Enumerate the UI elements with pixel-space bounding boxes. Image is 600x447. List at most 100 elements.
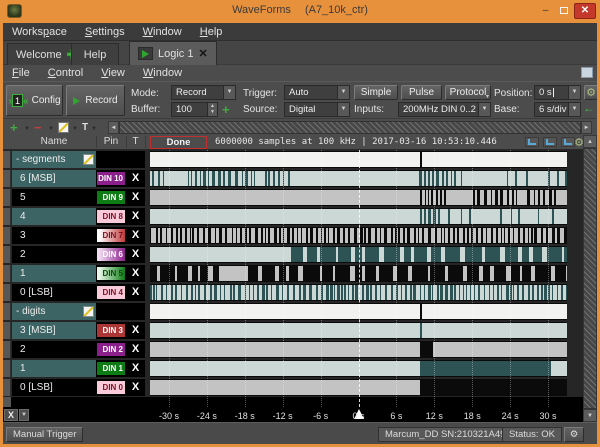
channel-name-cell[interactable]: 1 xyxy=(12,360,96,377)
chevron-down-icon[interactable]: ▼ xyxy=(72,126,78,132)
pin-badge[interactable]: DIN 1 xyxy=(97,362,125,375)
add-buffer-icon[interactable]: + xyxy=(222,102,230,117)
protocol-button[interactable]: Protocol▾ xyxy=(445,85,491,100)
pin-column-header[interactable]: Pin xyxy=(96,136,126,147)
trigger-cell[interactable]: X xyxy=(126,322,145,339)
trigger-cell[interactable]: X xyxy=(126,360,145,377)
trigger-dropdown[interactable]: Auto▼ xyxy=(284,85,350,100)
row-selector[interactable] xyxy=(3,151,11,168)
row-selector[interactable] xyxy=(3,284,11,301)
channel-name-cell[interactable]: 1 xyxy=(12,265,96,282)
waveform-plot[interactable] xyxy=(150,170,567,187)
remove-channel-icon[interactable]: − xyxy=(34,120,42,135)
config-button[interactable]: »1« Config xyxy=(6,85,63,116)
pulse-button[interactable]: Pulse xyxy=(401,85,442,100)
trigger-cell[interactable]: X xyxy=(126,341,145,358)
edit-group-icon[interactable] xyxy=(83,154,94,165)
vscroll-up-arrow[interactable]: ▲ xyxy=(583,135,597,148)
tab-close-icon[interactable]: ✕ xyxy=(198,47,207,60)
waveform-plot[interactable] xyxy=(150,227,567,244)
add-channel-icon[interactable]: + xyxy=(10,120,18,135)
row-selector[interactable] xyxy=(3,189,11,206)
edit-group-icon[interactable] xyxy=(83,306,94,317)
simple-button[interactable]: Simple xyxy=(354,85,398,100)
tab-help[interactable]: Help xyxy=(71,43,119,65)
waveform-plot[interactable] xyxy=(150,284,567,301)
text-tool-icon[interactable]: T xyxy=(82,122,88,133)
waveform-plot[interactable] xyxy=(150,189,567,206)
channel-name-cell[interactable]: 5 xyxy=(12,189,96,206)
vertical-scrollbar[interactable]: ▲ ▼ xyxy=(583,135,597,422)
row-selector[interactable] xyxy=(3,227,11,244)
pin-badge[interactable]: DIN 4 xyxy=(97,286,125,299)
channel-name-cell[interactable]: 0 [LSB] xyxy=(12,379,96,396)
row-selector[interactable] xyxy=(3,170,11,187)
tab-logic-1[interactable]: Logic 1 ✕ xyxy=(129,41,217,65)
pin-badge[interactable]: DIN 0 xyxy=(97,381,125,394)
chevron-down-icon[interactable]: ▼ xyxy=(19,409,29,421)
inputs-dropdown[interactable]: 200MHz DIN 0..2▼ xyxy=(398,102,491,117)
menu-item-workspace[interactable]: Workspace xyxy=(3,26,76,38)
row-selector[interactable] xyxy=(3,322,11,339)
edit-icon[interactable] xyxy=(58,122,69,133)
trigger-cell[interactable]: X xyxy=(126,246,145,263)
trigger-cell[interactable]: X xyxy=(126,208,145,225)
channel-name-cell[interactable]: 6 [MSB] xyxy=(12,170,96,187)
buffer-spinbox[interactable]: 100▲▼ xyxy=(171,102,218,117)
position-gear-icon[interactable]: ⚙ xyxy=(584,85,598,100)
trigger-cell[interactable]: X xyxy=(126,189,145,206)
waveform-plot[interactable] xyxy=(150,379,567,396)
waveform-plot[interactable] xyxy=(150,322,567,339)
trigger-cell[interactable]: X xyxy=(126,227,145,244)
spin-arrows-icon[interactable]: ▲▼ xyxy=(207,103,217,116)
trigger-cell[interactable] xyxy=(126,151,145,168)
pin-badge[interactable]: DIN 5 xyxy=(97,267,125,280)
hscroll-left-arrow[interactable]: ◄ xyxy=(108,121,119,134)
row-selector[interactable] xyxy=(3,265,11,282)
menu-item-window[interactable]: Window xyxy=(134,67,191,79)
channel-name-cell[interactable]: 0 [LSB] xyxy=(12,284,96,301)
trigger-cell[interactable]: X xyxy=(126,284,145,301)
channel-name-cell[interactable]: 4 xyxy=(12,208,96,225)
menu-item-help[interactable]: Help xyxy=(191,26,232,38)
row-selector[interactable] xyxy=(3,360,11,377)
axis-close-button[interactable]: X xyxy=(4,409,18,421)
mode-dropdown[interactable]: Record▼ xyxy=(171,85,236,100)
trigger-cell[interactable]: X xyxy=(126,170,145,187)
pin-badge[interactable]: DIN 7 xyxy=(97,229,125,242)
close-button[interactable]: ✕ xyxy=(574,3,596,19)
pin-badge[interactable]: DIN 3 xyxy=(97,324,125,337)
name-column-header[interactable]: Name xyxy=(12,136,96,147)
channel-name-cell[interactable]: 2 xyxy=(12,246,96,263)
float-window-icon[interactable] xyxy=(581,67,593,78)
trigger-cell[interactable]: X xyxy=(126,265,145,282)
source-dropdown[interactable]: Digital▼ xyxy=(284,102,350,117)
pin-badge[interactable]: DIN 6 xyxy=(97,248,125,261)
waveform-plot[interactable] xyxy=(150,246,567,263)
row-selector[interactable] xyxy=(3,246,11,263)
x-cursors-icon[interactable] xyxy=(525,137,539,147)
row-selector[interactable] xyxy=(3,341,11,358)
zoom-back-icon[interactable]: ← xyxy=(583,101,595,115)
trigger-cell[interactable]: X xyxy=(126,379,145,396)
chevron-down-icon[interactable]: ▼ xyxy=(48,126,54,132)
position-combo[interactable]: 0 s▼ xyxy=(534,85,581,100)
row-selector[interactable] xyxy=(3,303,11,320)
record-button[interactable]: Record xyxy=(66,85,125,116)
minimize-button[interactable]: – xyxy=(538,4,553,18)
device-gear-icon[interactable]: ⚙ xyxy=(564,427,584,442)
menu-item-file[interactable]: File xyxy=(3,67,39,79)
vscroll-track[interactable] xyxy=(583,148,597,409)
base-combo[interactable]: 6 s/div▼ xyxy=(534,102,581,117)
pin-badge[interactable]: DIN 2 xyxy=(97,343,125,356)
chevron-down-icon[interactable]: ▼ xyxy=(24,126,30,132)
waveform-plot[interactable] xyxy=(150,303,567,320)
menu-item-window[interactable]: Window xyxy=(134,26,191,38)
pin-badge[interactable]: DIN 8 xyxy=(97,210,125,223)
waveform-plot[interactable] xyxy=(150,208,567,225)
pin-badge[interactable]: DIN 10 xyxy=(97,172,125,185)
row-selector[interactable] xyxy=(3,379,11,396)
manual-trigger-button[interactable]: Manual Trigger xyxy=(6,427,83,442)
channel-name-cell[interactable]: 2 xyxy=(12,341,96,358)
hscroll-right-arrow[interactable]: ► xyxy=(581,121,592,134)
